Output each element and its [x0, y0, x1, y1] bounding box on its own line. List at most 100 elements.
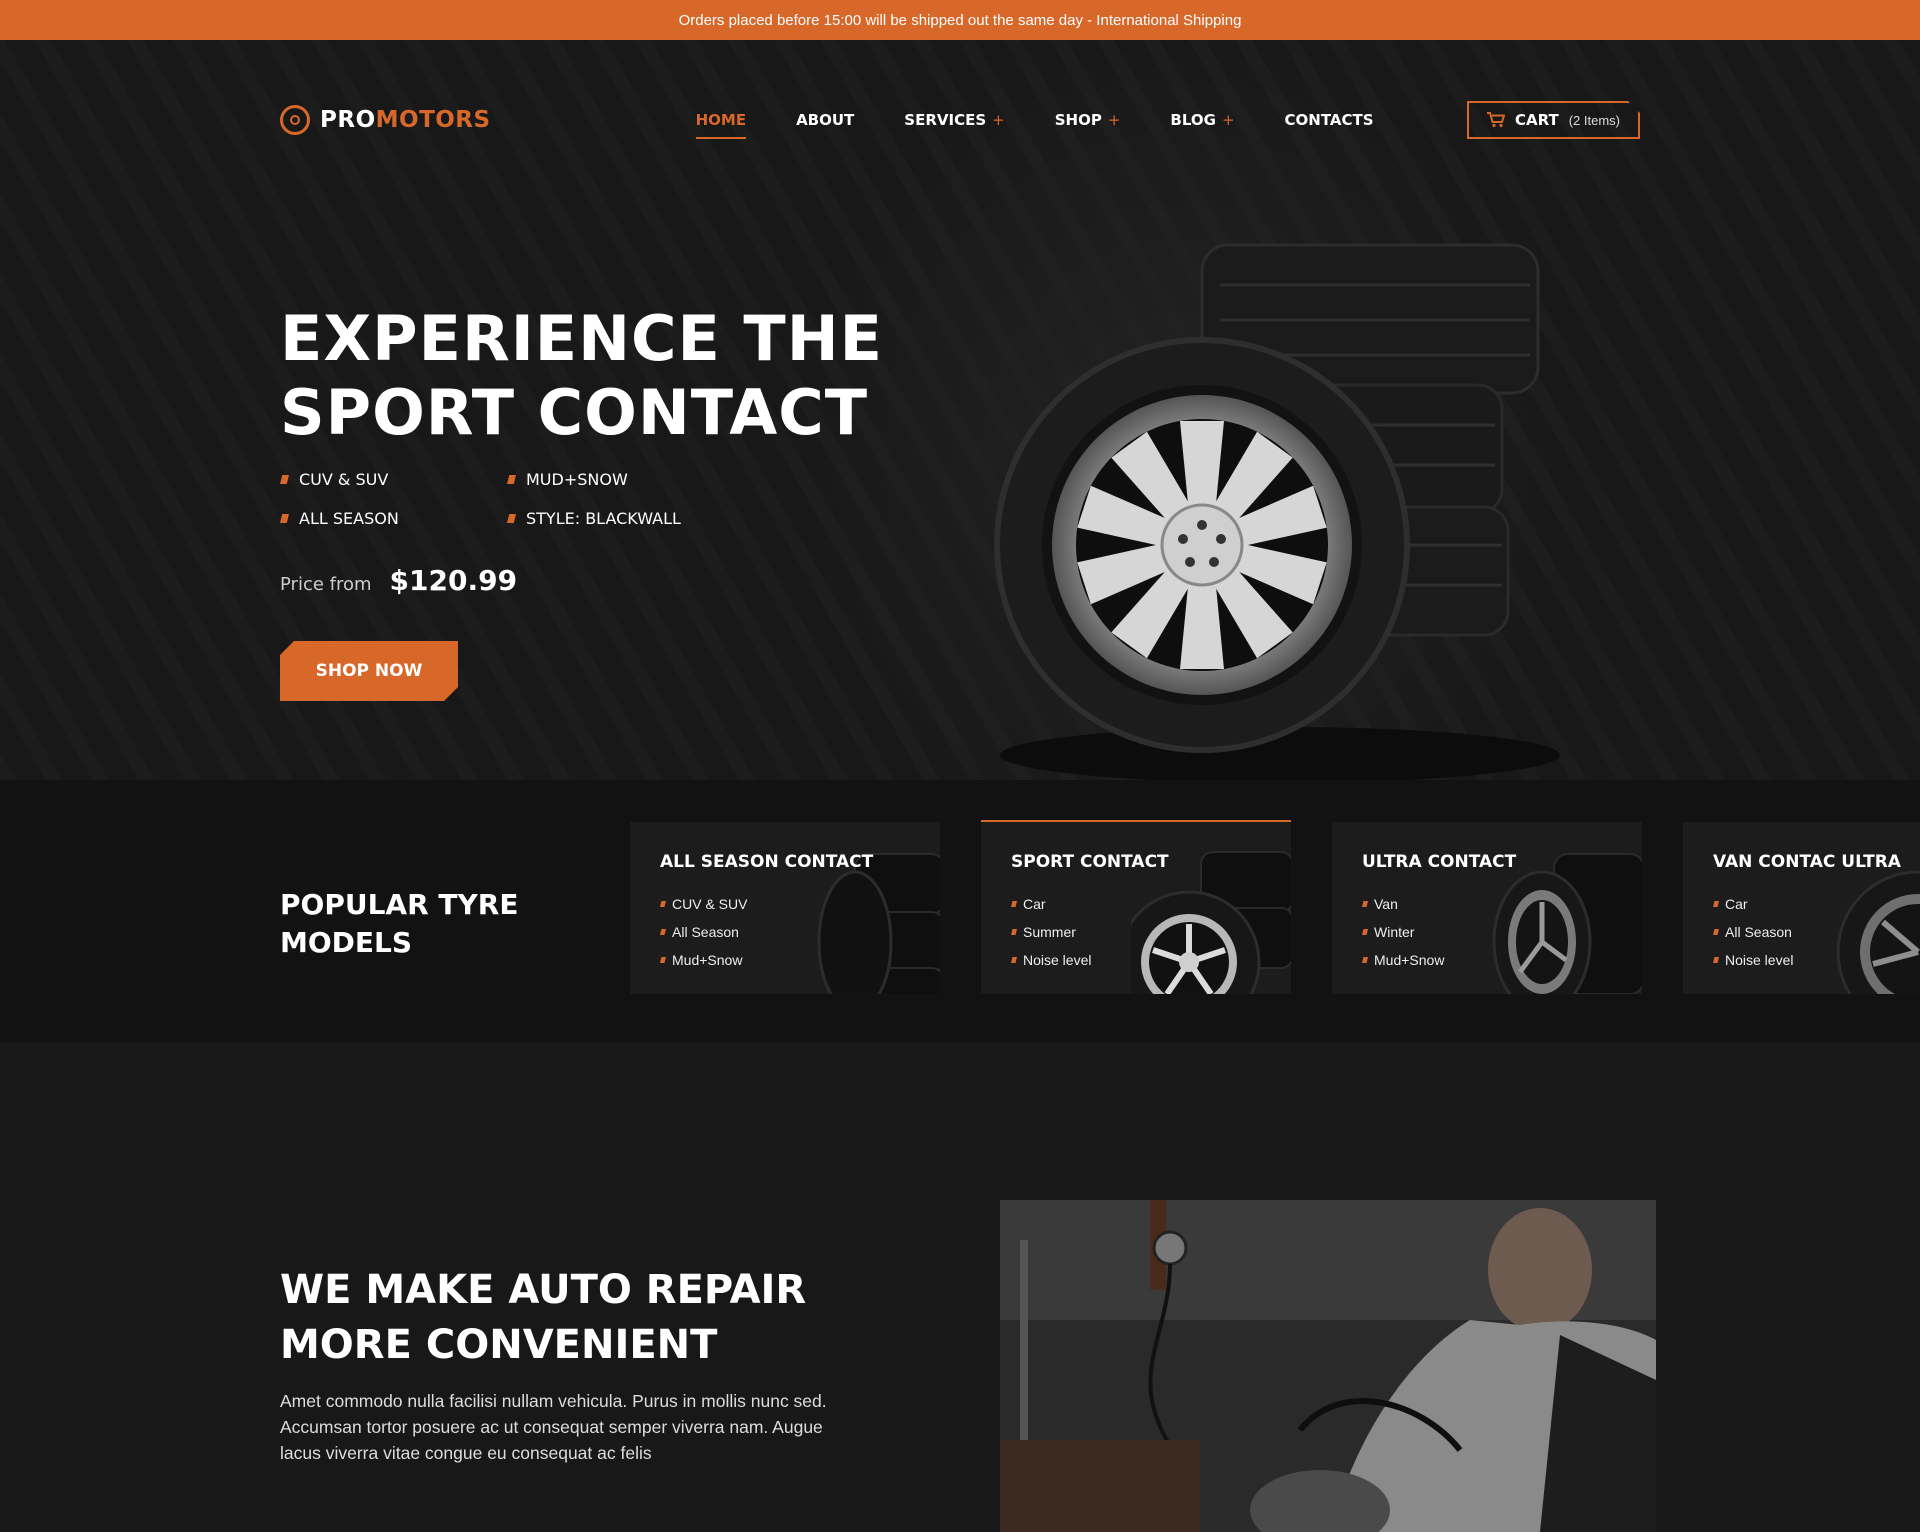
nav-services-label: SERVICES	[904, 111, 987, 129]
repair-title-line1: WE MAKE AUTO REPAIR	[280, 1267, 807, 1313]
cart-label: CART	[1514, 111, 1559, 129]
model-name: ALL SEASON CONTACT	[660, 852, 874, 872]
price-value: $120.99	[389, 564, 518, 597]
expand-plus-icon: +	[1221, 111, 1235, 129]
cart-button[interactable]: CART (2 Items)	[1467, 101, 1640, 139]
model-feature-label: All Season	[1725, 924, 1792, 940]
model-feature-list: Car All Season Noise level	[1713, 890, 1793, 974]
feature-label: CUV & SUV	[299, 470, 389, 489]
feature-label: MUD+SNOW	[526, 470, 628, 489]
repair-section: WE MAKE AUTO REPAIR MORE CONVENIENT Amet…	[0, 1042, 1920, 1532]
model-feature-label: Noise level	[1023, 952, 1092, 968]
cart-icon	[1487, 112, 1505, 128]
bullet-icon	[1011, 929, 1017, 935]
announcement-bar: Orders placed before 15:00 will be shipp…	[0, 0, 1920, 40]
bullet-icon	[1011, 901, 1017, 907]
model-feature-label: Noise level	[1725, 952, 1794, 968]
model-card-active[interactable]: SPORT CONTACT Car Summer Noise level	[981, 820, 1291, 994]
model-feature-label: Van	[1374, 896, 1398, 912]
model-feature: Mud+Snow	[660, 946, 747, 974]
nav-shop[interactable]: SHOP +	[1055, 103, 1121, 137]
feature-label: STYLE: BLACKWALL	[526, 509, 681, 528]
bullet-icon	[1362, 929, 1368, 935]
model-feature-label: Car	[1725, 896, 1748, 912]
nav-home-label: HOME	[695, 111, 747, 129]
nav-blog-label: BLOG	[1170, 111, 1216, 129]
feature-item: STYLE: BLACKWALL	[507, 509, 734, 528]
popular-models-section: POPULAR TYRE MODELS ALL SEASON CONTACT C…	[0, 780, 1920, 1042]
mechanic-photo	[1000, 1200, 1656, 1532]
shop-now-button[interactable]: SHOP NOW	[280, 641, 458, 701]
bullet-icon	[280, 514, 289, 523]
model-feature-list: Van Winter Mud+Snow	[1362, 890, 1444, 974]
nav-services[interactable]: SERVICES +	[904, 103, 1004, 137]
model-feature-label: Mud+Snow	[1374, 952, 1445, 968]
mechanic-photo-image	[1000, 1200, 1656, 1532]
nav-shop-label: SHOP	[1054, 111, 1102, 129]
model-feature-label: CUV & SUV	[672, 896, 748, 912]
cart-count: (2 Items)	[1568, 112, 1620, 128]
logo-text-pro: PRO	[320, 107, 376, 133]
logo-text: PROMOTORS	[320, 107, 491, 133]
bullet-icon	[660, 957, 666, 963]
repair-title-line2: MORE CONVENIENT	[280, 1322, 718, 1368]
bullet-icon	[507, 475, 516, 484]
expand-plus-icon: +	[1107, 111, 1121, 129]
nav-blog[interactable]: BLOG +	[1170, 103, 1234, 137]
model-feature: Winter	[1362, 918, 1444, 946]
model-feature: Van	[1362, 890, 1444, 918]
hero-title: EXPERIENCE THE SPORT CONTACT	[280, 302, 900, 450]
model-card[interactable]: VAN CONTAC ULTRA Car All Season Noise le…	[1683, 822, 1920, 994]
models-title: POPULAR TYRE MODELS	[280, 886, 530, 962]
nav-contacts[interactable]: CONTACTS	[1285, 103, 1374, 137]
price-label: Price from	[280, 574, 372, 595]
expand-plus-icon: +	[992, 111, 1005, 129]
bullet-icon	[1713, 957, 1719, 963]
nav-home[interactable]: HOME	[695, 103, 747, 139]
bullet-icon	[1713, 929, 1719, 935]
model-feature: Noise level	[1713, 946, 1793, 974]
model-feature-label: Winter	[1374, 924, 1415, 940]
feature-item: ALL SEASON	[280, 509, 507, 528]
nav-about[interactable]: ABOUT	[796, 103, 854, 137]
hero-title-line1: EXPERIENCE THE	[280, 302, 883, 375]
model-name: SPORT CONTACT	[1011, 852, 1169, 872]
model-card[interactable]: ALL SEASON CONTACT CUV & SUV All Season …	[630, 822, 940, 994]
model-feature: All Season	[1713, 918, 1793, 946]
price-row: Price from $120.99	[280, 564, 517, 597]
main-nav: HOME ABOUT SERVICES + SHOP + BLOG + CONTACT…	[695, 103, 1374, 139]
repair-description: Amet commodo nulla facilisi nullam vehic…	[280, 1391, 827, 1463]
announcement-text: Orders placed before 15:00 will be shipp…	[678, 11, 1242, 29]
hero-feature-list: CUV & SUV MUD+SNOW ALL SEASON STYLE: BLA…	[280, 470, 740, 528]
bullet-icon	[660, 929, 666, 935]
model-feature: All Season	[660, 918, 747, 946]
models-title-line1: POPULAR TYRE	[280, 888, 519, 921]
nav-about-label: ABOUT	[796, 111, 855, 129]
bullet-icon	[1011, 957, 1017, 963]
feature-item: CUV & SUV	[280, 470, 507, 489]
model-name: VAN CONTAC ULTRA	[1713, 852, 1901, 872]
model-feature-label: Car	[1023, 896, 1046, 912]
site-header: PROMOTORS HOME ABOUT SERVICES + SHOP + BLO…	[280, 80, 1640, 160]
model-feature: Car	[1011, 890, 1091, 918]
logo-text-motors: MOTORS	[375, 107, 491, 133]
tyre-stack-image	[994, 243, 1560, 780]
model-name: ULTRA CONTACT	[1362, 852, 1517, 872]
hero-title-line2: SPORT CONTACT	[280, 376, 868, 449]
models-title-line2: MODELS	[280, 926, 413, 959]
logo[interactable]: PROMOTORS	[280, 105, 491, 135]
bullet-icon	[660, 901, 666, 907]
feature-item: MUD+SNOW	[507, 470, 734, 489]
bullet-icon	[1362, 901, 1368, 907]
model-feature-label: All Season	[672, 924, 739, 940]
tyre-icon	[280, 105, 310, 135]
bullet-icon	[280, 475, 289, 484]
tyre-thumbnail-image	[1836, 870, 1920, 994]
bullet-icon	[1713, 901, 1719, 907]
nav-contacts-label: CONTACTS	[1284, 111, 1374, 129]
model-card[interactable]: ULTRA CONTACT Van Winter Mud+Snow	[1332, 822, 1642, 994]
repair-title: WE MAKE AUTO REPAIR MORE CONVENIENT	[280, 1263, 840, 1373]
model-feature: Noise level	[1011, 946, 1091, 974]
model-feature: Summer	[1011, 918, 1091, 946]
model-feature: Car	[1713, 890, 1793, 918]
